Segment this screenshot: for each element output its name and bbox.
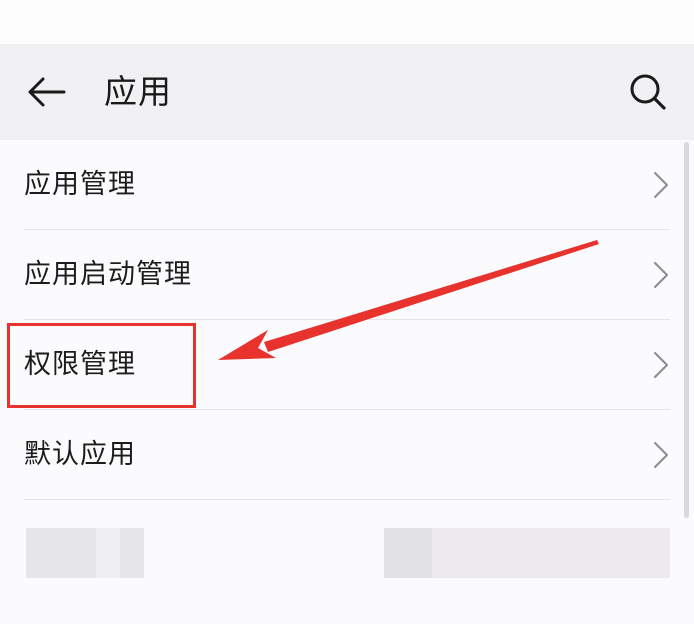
divider (24, 499, 670, 500)
back-button[interactable] (22, 72, 70, 112)
chevron-right-icon (654, 262, 668, 288)
settings-list: 应用管理 应用启动管理 权限管理 默认应用 (0, 140, 694, 500)
scrollbar[interactable] (684, 142, 689, 518)
status-bar (0, 0, 694, 44)
page-title: 应用 (104, 72, 172, 111)
list-item-label: 应用管理 (24, 169, 136, 200)
chevron-right-icon (654, 172, 668, 198)
settings-screen: 应用 应用管理 应用启动管理 权限管理 默认应用 (0, 0, 694, 624)
search-button[interactable] (624, 70, 672, 114)
bottom-area (0, 585, 694, 624)
chevron-right-icon (654, 442, 668, 468)
annotation-highlight-box (7, 323, 196, 408)
app-bar: 应用 (0, 44, 694, 140)
blurred-content (26, 528, 144, 578)
search-icon (630, 74, 666, 110)
list-item-app-management[interactable]: 应用管理 (0, 140, 694, 230)
list-item-label: 默认应用 (24, 439, 136, 470)
list-item-label: 应用启动管理 (24, 259, 192, 290)
arrow-left-icon (28, 77, 66, 107)
list-item-default-apps[interactable]: 默认应用 (0, 410, 694, 500)
chevron-right-icon (654, 352, 668, 378)
blurred-content (96, 528, 120, 578)
blurred-content (384, 528, 432, 578)
list-item-app-launch-management[interactable]: 应用启动管理 (0, 230, 694, 320)
